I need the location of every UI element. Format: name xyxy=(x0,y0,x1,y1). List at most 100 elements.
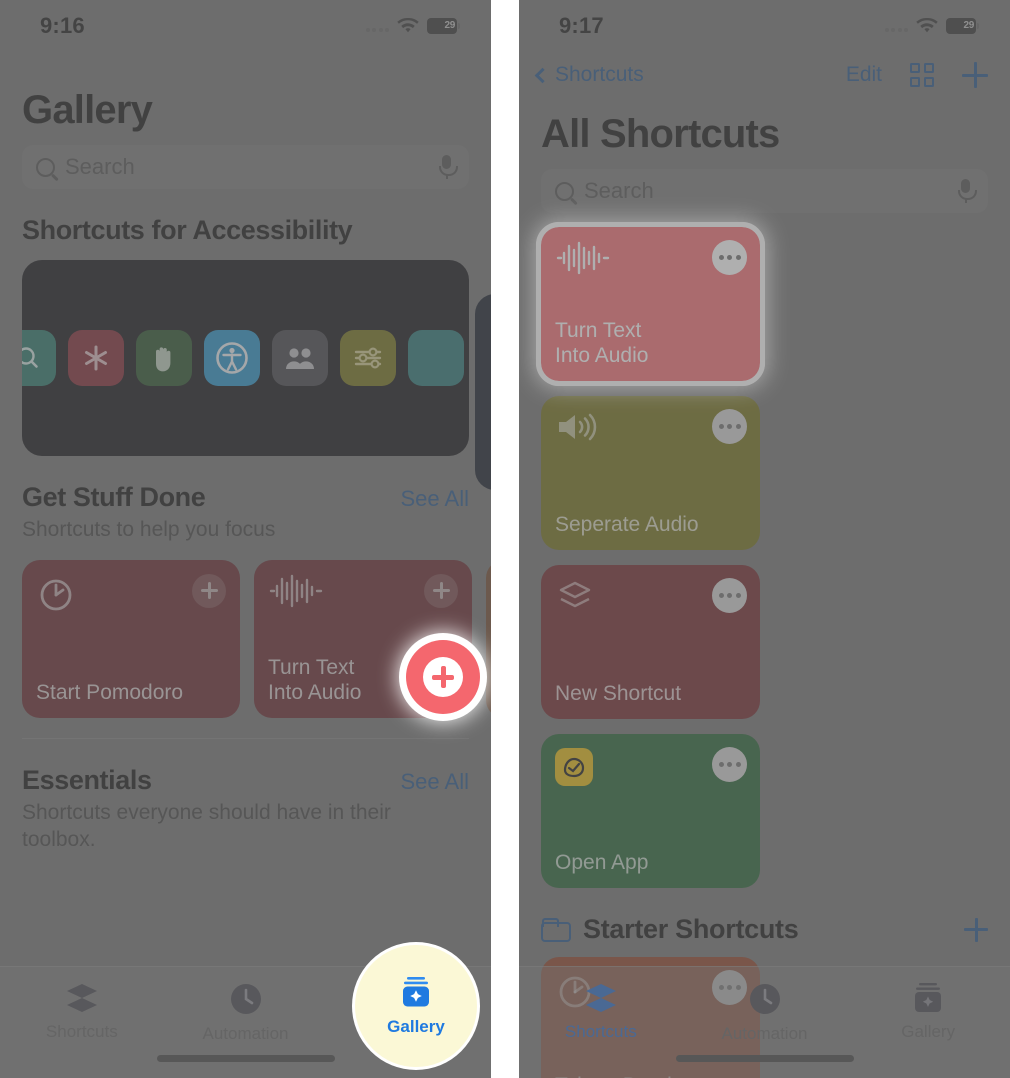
section-subtitle: Shortcuts everyone should have in their … xyxy=(22,800,391,851)
gallery-tab-highlight[interactable]: Gallery xyxy=(355,945,477,1067)
shortcut-card-new-shortcut[interactable]: New Shortcut xyxy=(541,565,760,719)
folder-header-left: Starter Shortcuts xyxy=(541,914,799,945)
layers-icon xyxy=(559,581,591,608)
battery-level: 29 xyxy=(444,20,455,31)
accessibility-banner[interactable] xyxy=(22,260,469,456)
wifi-icon xyxy=(397,18,419,34)
more-options-icon[interactable] xyxy=(712,409,747,444)
chevron-left-icon xyxy=(534,67,551,83)
tab-label: Gallery xyxy=(387,1016,445,1036)
status-indicators: 29 xyxy=(884,18,979,34)
signal-dots-icon xyxy=(365,20,389,32)
hand-app-icon xyxy=(136,330,192,386)
add-to-shortcuts-button[interactable] xyxy=(424,573,458,608)
search-bar[interactable]: Search xyxy=(22,145,469,189)
tab-label: Shortcuts xyxy=(564,1022,637,1041)
nav-bar: Shortcuts Edit xyxy=(519,52,1010,98)
gallery-card-peek[interactable] xyxy=(486,559,491,718)
gallery-card-start-pomodoro[interactable]: Start Pomodoro xyxy=(22,559,240,718)
folder-title: Starter Shortcuts xyxy=(583,914,799,944)
microphone-icon[interactable] xyxy=(957,179,977,203)
section-title: Essentials xyxy=(22,764,152,795)
shortcut-card-label: Open App xyxy=(555,851,649,875)
add-icon[interactable] xyxy=(964,917,988,942)
shortcut-card-label: Turn Text Into Audio xyxy=(555,319,649,368)
clock-icon xyxy=(230,984,261,1014)
section-header-accessibility: Shortcuts for Accessibility xyxy=(0,189,491,246)
section-subtitle: Shortcuts to help you focus xyxy=(22,518,276,541)
people-app-icon xyxy=(272,330,328,386)
more-options-icon[interactable] xyxy=(712,747,747,782)
tab-shortcuts[interactable]: Shortcuts xyxy=(0,981,164,1042)
grid-view-icon[interactable] xyxy=(910,63,934,87)
folder-header-starter-shortcuts: Starter Shortcuts xyxy=(519,888,1010,945)
add-icon[interactable] xyxy=(962,62,988,88)
gallery-icon xyxy=(915,983,942,1012)
folder-icon xyxy=(541,917,571,942)
accessibility-app-icons xyxy=(22,330,464,386)
shortcut-card-turn-text-into-audio[interactable]: Turn Text Into Audio xyxy=(536,222,765,386)
status-time: 9:16 xyxy=(40,13,85,38)
search-icon xyxy=(36,157,55,177)
app-icon xyxy=(555,748,593,786)
status-indicators: 29 xyxy=(365,18,460,34)
stack-icon xyxy=(66,984,97,1012)
page-title: Gallery xyxy=(22,88,153,132)
see-all-link[interactable]: See All xyxy=(401,769,470,795)
shortcut-card-label: Seperate Audio xyxy=(555,513,699,537)
teal-app-icon xyxy=(408,330,464,386)
accessibility-app-icon xyxy=(204,330,260,386)
more-options-icon[interactable] xyxy=(712,578,747,613)
shortcut-card-seperate-audio[interactable]: Seperate Audio xyxy=(541,396,760,550)
tab-automation[interactable]: Automation xyxy=(164,981,328,1044)
tab-label: Gallery xyxy=(901,1022,956,1041)
search-icon xyxy=(555,181,574,201)
tab-label: Automation xyxy=(202,1024,289,1043)
back-button[interactable]: Shortcuts xyxy=(534,63,644,87)
medical-app-icon xyxy=(68,330,124,386)
shortcut-card-open-app[interactable]: Open App xyxy=(541,734,760,888)
wifi-icon xyxy=(916,18,938,34)
add-shortcut-plus-highlight[interactable] xyxy=(406,640,480,714)
timer-icon xyxy=(40,579,72,611)
all-shortcuts-screen: 9:17 29 Shortcuts Edit All Shortcuts Sea… xyxy=(519,0,1010,1078)
all-shortcuts-grid: Turn Text Into Audio Seperate Audio New … xyxy=(519,213,1010,888)
accessibility-banner-peek[interactable] xyxy=(475,294,491,490)
tab-bar: Shortcuts Automation Gallery xyxy=(519,966,1010,1078)
screenshot-stage: 9:16 29 Gallery Search Shortcuts for Acc… xyxy=(0,0,1010,1078)
add-to-shortcuts-button[interactable] xyxy=(192,573,226,608)
shortcut-card-label: New Shortcut xyxy=(555,682,682,706)
panel-gutter xyxy=(505,0,519,1078)
tab-gallery[interactable]: Gallery xyxy=(846,981,1010,1042)
clock-icon xyxy=(749,984,780,1014)
right-phone-panel: 9:17 29 Shortcuts Edit All Shortcuts Sea… xyxy=(519,0,1010,1078)
battery-icon: 29 xyxy=(946,18,979,34)
left-phone-panel: 9:16 29 Gallery Search Shortcuts for Acc… xyxy=(0,0,491,1078)
tab-shortcuts[interactable]: Shortcuts xyxy=(519,981,683,1042)
section-title: Get Stuff Done xyxy=(22,482,206,512)
speaker-icon xyxy=(559,413,597,441)
waveform-icon xyxy=(556,241,610,275)
tab-label: Shortcuts xyxy=(45,1022,118,1041)
status-time: 9:17 xyxy=(559,13,604,38)
accessibility-banner-row xyxy=(0,246,491,456)
search-bar[interactable]: Search xyxy=(541,169,988,213)
search-input[interactable]: Search xyxy=(584,178,947,204)
plus-icon xyxy=(423,657,463,697)
see-all-link[interactable]: See All xyxy=(401,486,470,512)
gallery-card-label: Start Pomodoro xyxy=(36,681,184,705)
section-header-get-stuff-done: Get Stuff Done See All xyxy=(0,456,491,513)
sliders-app-icon xyxy=(340,330,396,386)
battery-level: 29 xyxy=(963,20,974,31)
edit-button[interactable]: Edit xyxy=(846,63,882,87)
magnifier-app-icon xyxy=(22,330,56,386)
tab-label: Automation xyxy=(721,1024,808,1043)
search-input[interactable]: Search xyxy=(65,154,428,180)
battery-icon: 29 xyxy=(427,18,460,34)
gallery-screen: 9:16 29 Gallery Search Shortcuts for Acc… xyxy=(0,0,491,1078)
more-options-icon[interactable] xyxy=(712,240,747,275)
section-header-essentials: Essentials See All xyxy=(0,739,491,796)
section-title: Shortcuts for Accessibility xyxy=(22,215,353,245)
microphone-icon[interactable] xyxy=(438,155,458,179)
tab-automation[interactable]: Automation xyxy=(683,981,847,1044)
